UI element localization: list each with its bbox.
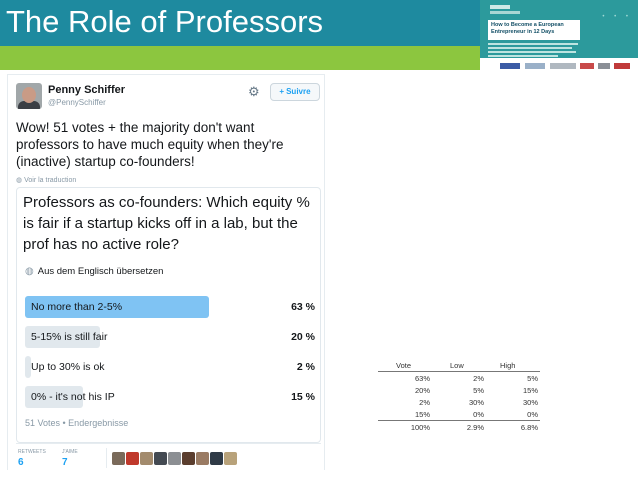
table-cell: 15% xyxy=(522,386,538,395)
avatar[interactable] xyxy=(16,83,42,109)
table-header-row: Vote Low High xyxy=(378,360,540,372)
poll-option-label: No more than 2-5% xyxy=(31,301,123,313)
follow-user-icon: + xyxy=(279,87,285,96)
poll-option: 0% - it's not his IP 15 % xyxy=(25,386,317,408)
globe-icon: ◍ xyxy=(25,266,34,277)
poll-option-percent: 2 % xyxy=(296,361,315,373)
table-cell: 5% xyxy=(473,386,484,395)
table-cell: 100% xyxy=(410,423,430,432)
table-cell: 0% xyxy=(527,410,538,419)
partner-logo-icon xyxy=(550,63,576,69)
equity-table: Vote Low High 63% 2% 5% 20% 5% 15% 2% 30… xyxy=(378,360,540,432)
table-cell: 0% xyxy=(473,410,484,419)
follow-button[interactable]: + Suivre xyxy=(270,83,320,101)
book-promo-panel: • • • How to Become a European Entrepren… xyxy=(480,0,638,74)
table-cell: 2% xyxy=(419,398,430,407)
poll-option-label: Up to 30% is ok xyxy=(31,361,105,373)
poll-option-label: 5-15% is still fair xyxy=(31,331,108,343)
avatar[interactable] xyxy=(210,452,223,465)
poll-footer: 51 Votes • Endergebnisse xyxy=(25,418,129,428)
promo-title-box: How to Become a European Entrepreneur in… xyxy=(488,20,580,40)
table-cell: 5% xyxy=(527,374,538,383)
table-cell: 2.9% xyxy=(466,423,484,432)
promo-decoration: • • • xyxy=(602,14,632,20)
poll-option: 5-15% is still fair 20 % xyxy=(25,326,317,348)
stats-divider xyxy=(106,448,107,468)
likes-stat[interactable]: J'AIME 7 xyxy=(62,449,78,468)
partner-logo-icon xyxy=(580,63,594,69)
table-cell: 30% xyxy=(468,398,484,407)
tweet-author-name[interactable]: Penny Schiffer xyxy=(48,84,125,96)
avatar[interactable] xyxy=(154,452,167,465)
eu-flag-icon xyxy=(500,63,520,69)
partner-logo-icon xyxy=(614,63,630,69)
slide-title: The Role of Professors xyxy=(6,4,324,39)
poll-option-percent: 20 % xyxy=(291,331,315,343)
poll-card: Professors as co-founders: Which equity … xyxy=(16,187,321,443)
table-cell: 20% xyxy=(414,386,430,395)
poll-question: Professors as co-founders: Which equity … xyxy=(23,194,310,253)
table-cell: 15% xyxy=(414,410,430,419)
avatar[interactable] xyxy=(126,452,139,465)
avatar[interactable] xyxy=(168,452,181,465)
globe-icon: ◍ xyxy=(16,177,23,184)
table-row: 20% 5% 15% xyxy=(378,384,540,396)
promo-partner-logos xyxy=(480,58,638,74)
table-row: 15% 0% 0% xyxy=(378,408,540,420)
promo-body-text xyxy=(488,43,583,59)
table-cell: 63% xyxy=(414,374,430,383)
likes-count: 7 xyxy=(62,457,68,468)
poll-translate-link[interactable]: ◍ Aus dem Englisch übersetzen xyxy=(25,266,163,277)
table-cell: 30% xyxy=(522,398,538,407)
poll-option: No more than 2-5% 63 % xyxy=(25,296,317,318)
table-row: 2% 30% 30% xyxy=(378,396,540,408)
table-cell: 2% xyxy=(473,374,484,383)
promo-book-title: How to Become a European Entrepreneur in… xyxy=(491,22,564,35)
tweet-author-handle[interactable]: @PennySchiffer xyxy=(48,98,106,107)
avatar[interactable] xyxy=(182,452,195,465)
table-row: 63% 2% 5% xyxy=(378,372,540,384)
likes-label: J'AIME xyxy=(62,449,78,455)
translate-link[interactable]: ◍ Voir la traduction xyxy=(16,176,76,184)
header-accent-bar xyxy=(0,46,480,70)
tweet-stats: RETWEETS 6 J'AIME 7 xyxy=(16,443,321,471)
promo-logo xyxy=(490,5,510,9)
poll-option: Up to 30% is ok 2 % xyxy=(25,356,317,378)
avatar[interactable] xyxy=(140,452,153,465)
poll-option-percent: 63 % xyxy=(291,301,315,313)
table-cell: 6.8% xyxy=(520,423,538,432)
promo-logo-subtitle xyxy=(490,11,520,14)
table-header: Low xyxy=(450,361,464,370)
avatar[interactable] xyxy=(224,452,237,465)
tweet-text: Wow! 51 votes + the majority don't want … xyxy=(16,120,284,169)
liker-avatars xyxy=(112,452,238,470)
avatar[interactable] xyxy=(112,452,125,465)
gear-icon[interactable]: ⚙ xyxy=(248,84,260,100)
poll-option-percent: 15 % xyxy=(291,391,315,403)
table-total-row: 100% 2.9% 6.8% xyxy=(378,420,540,432)
table-header: Vote xyxy=(396,361,412,370)
partner-logo-icon xyxy=(525,63,545,69)
retweets-count: 6 xyxy=(18,457,24,468)
partner-logo-icon xyxy=(598,63,610,69)
tweet-card: Penny Schiffer @PennySchiffer ⚙ + Suivre … xyxy=(7,74,325,470)
follow-label: Suivre xyxy=(286,87,311,96)
retweets-stat[interactable]: RETWEETS 6 xyxy=(18,449,46,468)
poll-option-label: 0% - it's not his IP xyxy=(31,391,115,403)
retweets-label: RETWEETS xyxy=(18,449,46,455)
avatar[interactable] xyxy=(196,452,209,465)
table-header: High xyxy=(500,361,516,370)
